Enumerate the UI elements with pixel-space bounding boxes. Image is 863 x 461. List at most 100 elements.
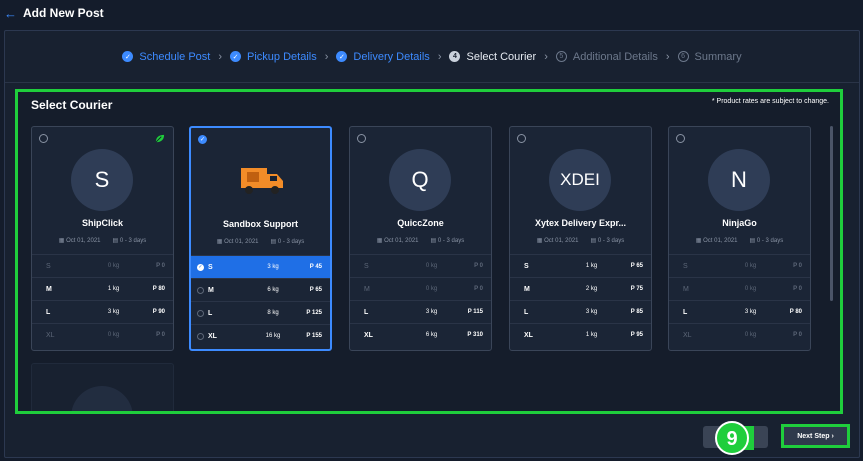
courier-card[interactable]: XDEI Xytex Delivery Expr... ▦ Oct 01, 2021…	[509, 126, 652, 351]
step-number-badge: 9	[715, 421, 754, 455]
step-pickup-details[interactable]: ✓ Pickup Details	[230, 51, 317, 63]
rate-row[interactable]: XL 0 kg P 0	[669, 323, 810, 346]
step-delivery-details[interactable]: ✓ Delivery Details	[336, 50, 430, 63]
eta: 0 - 3 days	[597, 238, 625, 244]
rate-size: M	[524, 285, 530, 293]
ship-date: Oct 01, 2021	[544, 238, 579, 244]
eta: 0 - 3 days	[119, 238, 147, 244]
rate-weight: 0 kg	[744, 286, 757, 292]
step-label: Schedule Post	[139, 50, 211, 63]
scrollbar[interactable]	[830, 126, 833, 301]
rate-size: M	[46, 285, 52, 293]
rate-row[interactable]: L 8 kg P 125	[191, 301, 330, 324]
rate-row[interactable]: XL 6 kg P 310	[350, 323, 491, 346]
rate-radio[interactable]	[197, 332, 204, 340]
rate-size: XL	[524, 331, 533, 339]
step-additional-details[interactable]: 5 Additional Details	[555, 51, 658, 63]
arrow-left-icon[interactable]: ←	[4, 6, 17, 21]
avatar	[71, 386, 133, 411]
rate-row[interactable]: S 0 kg P 0	[32, 254, 173, 277]
rate-weight: 6 kg	[267, 287, 279, 293]
calendar-icon: ▦ Oct 01, 2021	[216, 239, 259, 245]
rate-row[interactable]: L 3 kg P 90	[32, 300, 173, 323]
delivery-time-icon: ▤ 0 - 3 days	[749, 238, 784, 244]
rate-row[interactable]: L 3 kg P 115	[350, 300, 491, 323]
step-summary[interactable]: 6 Summary	[677, 50, 742, 63]
rate-weight: 3 kg	[425, 309, 438, 315]
rate-radio[interactable]: ✓	[197, 263, 204, 271]
courier-radio[interactable]	[517, 134, 526, 143]
courier-card[interactable]: S ShipClick ▦ Oct 01, 2021 ▤ 0 - 3 days S 0 k…	[31, 126, 174, 351]
rate-size: XL	[364, 331, 373, 339]
stepper: ✓ Schedule Post › ✓ Pickup Details › ✓ Deli…	[5, 31, 859, 83]
rate-row[interactable]: S 0 kg P 0	[350, 254, 491, 277]
rate-row[interactable]: L 3 kg P 85	[510, 300, 651, 323]
chevron-right-icon: ›	[544, 50, 548, 63]
rate-row[interactable]: ✓ S 3 kg P 45	[191, 255, 330, 278]
step-schedule-post[interactable]: ✓ Schedule Post	[122, 51, 210, 63]
rate-weight: 0 kg	[744, 332, 757, 338]
rate-price: P 0	[793, 286, 802, 292]
step-label: Pickup Details	[247, 50, 317, 63]
rate-weight: 1 kg	[107, 286, 120, 292]
chevron-right-icon: ›	[324, 50, 329, 63]
courier-meta: ▦ Oct 01, 2021 ▤ 0 - 3 days	[191, 238, 330, 245]
rate-weight: 1 kg	[585, 332, 598, 338]
rate-size: L	[208, 309, 213, 317]
rate-size: L	[364, 308, 369, 316]
calendar-icon: ▦ Oct 01, 2021	[536, 238, 579, 244]
rate-size: XL	[46, 331, 55, 339]
rate-radio[interactable]	[197, 286, 204, 294]
step-select-courier[interactable]: 4 Select Courier	[449, 51, 536, 63]
rate-row[interactable]: M 0 kg P 0	[669, 277, 810, 300]
rate-size: M	[683, 285, 689, 293]
rate-radio[interactable]	[197, 309, 204, 317]
eta: 0 - 3 days	[756, 238, 784, 244]
rate-table: S 0 kg P 0 M 0 kg P 0 L 3 kg P 80 XL 0 kg P 0	[669, 254, 810, 346]
rate-row[interactable]: XL 0 kg P 0	[32, 323, 173, 346]
courier-meta: ▦ Oct 01, 2021 ▤ 0 - 3 days	[669, 237, 810, 244]
courier-card[interactable]: Q QuiccZone ▦ Oct 01, 2021 ▤ 0 - 3 days S 0 k…	[349, 126, 492, 351]
courier-card[interactable]: ✓ Sandbox Support ▦ Oct 01, 2021 ▤ 0 - 3 da…	[189, 126, 332, 351]
courier-radio[interactable]: ✓	[198, 135, 207, 144]
rate-price: P 125	[306, 310, 322, 316]
step-label: Delivery Details	[353, 50, 430, 63]
courier-radio[interactable]	[39, 134, 48, 143]
header: ← Add New Post	[0, 0, 863, 26]
rate-row[interactable]: S 0 kg P 0	[669, 254, 810, 277]
next-step-button[interactable]: Next Step ›	[781, 424, 850, 448]
rate-price: P 80	[152, 286, 165, 292]
rate-row[interactable]: M 6 kg P 65	[191, 278, 330, 301]
courier-card-partial[interactable]	[31, 363, 174, 411]
rate-price: P 0	[474, 263, 483, 269]
rate-price: P 0	[793, 263, 802, 269]
rate-size: L	[524, 308, 529, 316]
rate-weight: 0 kg	[425, 286, 438, 292]
courier-radio[interactable]	[676, 134, 685, 143]
rate-weight: 6 kg	[425, 332, 438, 338]
panel-title: Select Courier	[31, 98, 113, 112]
delivery-time-icon: ▤ 0 - 3 days	[112, 238, 147, 244]
rate-size: S	[364, 262, 369, 270]
rate-weight: 16 kg	[265, 333, 281, 339]
rate-row[interactable]: S 1 kg P 65	[510, 254, 651, 277]
courier-avatar: S	[71, 149, 133, 211]
courier-card[interactable]: N NinjaGo ▦ Oct 01, 2021 ▤ 0 - 3 days S 0 kg P…	[668, 126, 811, 351]
step-label: Summary	[694, 50, 742, 63]
rate-price: P 75	[630, 286, 643, 292]
rate-row[interactable]: XL 1 kg P 95	[510, 323, 651, 346]
select-courier-panel: Select Courier * Product rates are subje…	[15, 89, 843, 414]
chevron-right-icon: ›	[665, 50, 670, 63]
rate-row[interactable]: XL 16 kg P 155	[191, 324, 330, 347]
ship-date: Oct 01, 2021	[384, 238, 419, 244]
check-icon: ✓	[122, 51, 134, 62]
rate-price: P 90	[152, 309, 165, 315]
rate-row[interactable]: M 0 kg P 0	[350, 277, 491, 300]
delivery-truck-icon	[241, 168, 283, 194]
courier-meta: ▦ Oct 01, 2021 ▤ 0 - 3 days	[32, 237, 173, 244]
rate-row[interactable]: M 1 kg P 80	[32, 277, 173, 300]
rate-weight: 3 kg	[585, 309, 598, 315]
rate-row[interactable]: L 3 kg P 80	[669, 300, 810, 323]
courier-radio[interactable]	[357, 134, 366, 143]
rate-row[interactable]: M 2 kg P 75	[510, 277, 651, 300]
